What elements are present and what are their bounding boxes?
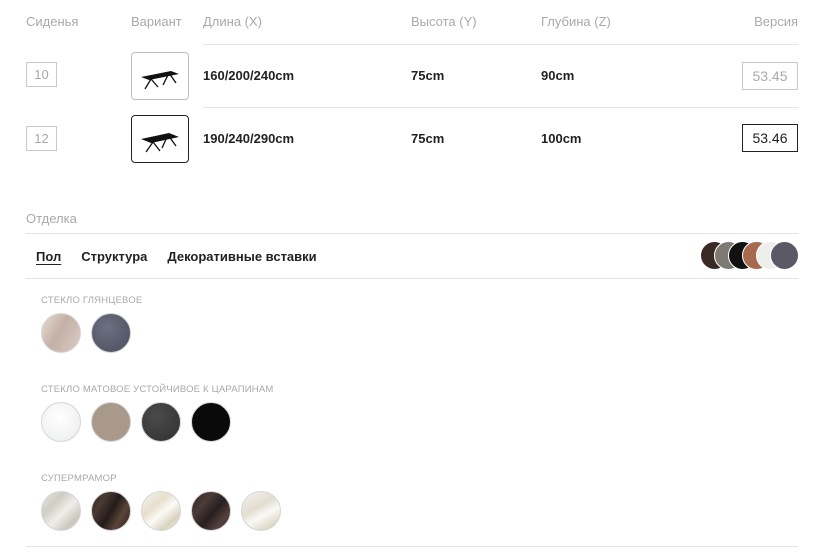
swatch-supermarble-4[interactable] [191, 491, 231, 531]
swatch-supermarble-2[interactable] [91, 491, 131, 531]
swatch-supermarble-3[interactable] [141, 491, 181, 531]
divider [26, 278, 798, 279]
finish-group-label: Супермрамор [41, 473, 117, 484]
tab-floor[interactable]: Пол [36, 249, 61, 264]
swatch-matte-glass-2[interactable] [91, 402, 131, 442]
table-icon [141, 133, 179, 153]
divider [26, 233, 798, 234]
header-variant: Вариант [131, 14, 182, 29]
version-option-selected[interactable]: 53.46 [742, 124, 798, 152]
selected-finish-dot [770, 241, 799, 270]
variant-thumbnail-selected[interactable] [131, 115, 189, 163]
swatch-matte-glass-1[interactable] [41, 402, 81, 442]
tab-structure[interactable]: Структура [81, 249, 147, 264]
length-value: 160/200/240cm [203, 68, 295, 83]
header-depth: Глубина (Z) [541, 14, 611, 29]
swatch-matte-glass-4[interactable] [191, 402, 231, 442]
depth-value: 100cm [541, 131, 582, 146]
header-version: Версия [754, 14, 798, 29]
table-divider [203, 107, 798, 108]
swatch-matte-glass-3[interactable] [141, 402, 181, 442]
seats-count: 12 [26, 126, 57, 151]
selected-finish-preview[interactable] [700, 241, 800, 271]
swatch-supermarble-1[interactable] [41, 491, 81, 531]
header-height: Высота (Y) [411, 14, 477, 29]
table-icon [141, 71, 179, 90]
finish-group-label: Стекло матовое устойчивое к царапинам [41, 384, 274, 395]
swatch-glossy-glass-2[interactable] [91, 313, 131, 353]
finish-tabs: Пол Структура Декоративные вставки [36, 249, 317, 264]
length-value: 190/240/290cm [203, 131, 295, 146]
swatch-glossy-glass-1[interactable] [41, 313, 81, 353]
height-value: 75cm [411, 131, 445, 146]
depth-value: 90cm [541, 68, 575, 83]
table-divider [203, 44, 798, 45]
header-seats: Сиденья [26, 14, 79, 29]
height-value: 75cm [411, 68, 445, 83]
header-length: Длина (X) [203, 14, 263, 29]
variant-thumbnail[interactable] [131, 52, 189, 100]
version-option[interactable]: 53.45 [742, 62, 798, 90]
tab-decorative-inserts[interactable]: Декоративные вставки [167, 249, 316, 264]
finish-section-title: Отделка [26, 211, 77, 226]
seats-count: 10 [26, 62, 57, 87]
divider [26, 546, 798, 547]
swatch-supermarble-5[interactable] [241, 491, 281, 531]
finish-group-label: Стекло глянцевое [41, 295, 143, 306]
